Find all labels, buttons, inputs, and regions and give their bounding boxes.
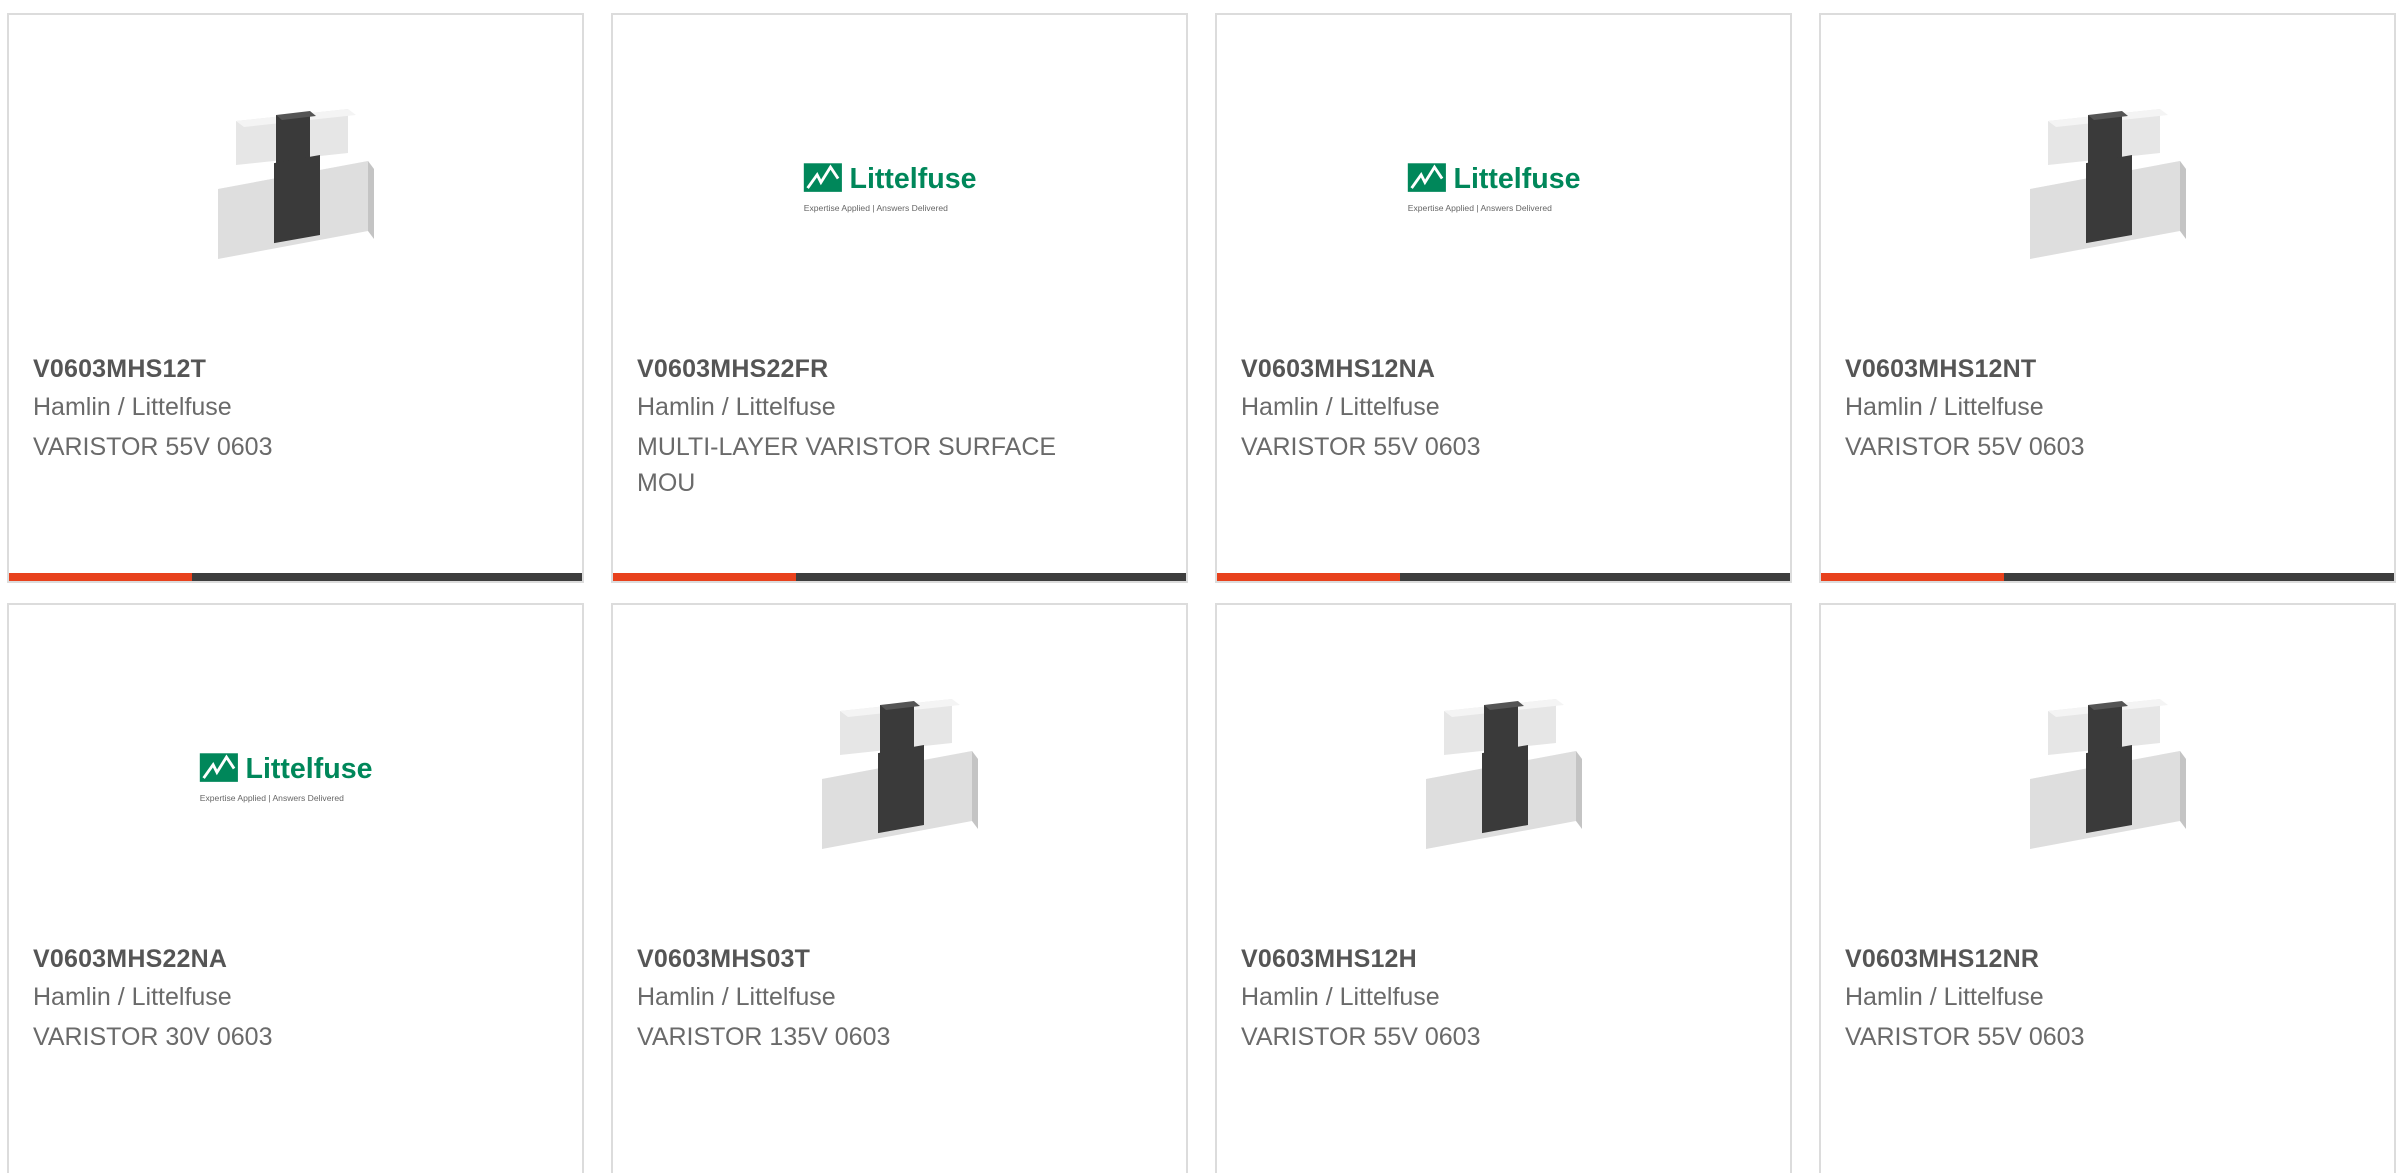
manufacturer: Hamlin / Littelfuse	[1241, 983, 1440, 1011]
product-card[interactable]: V0603MHS12NR Hamlin / Littelfuse VARISTO…	[1819, 603, 2396, 1173]
manufacturer: Hamlin / Littelfuse	[1241, 393, 1440, 421]
varistor-chip-icon	[2008, 679, 2208, 879]
littelfuse-logo: Littelfuse Expertise Applied | Answers D…	[1404, 89, 1604, 289]
littelfuse-logo: Littelfuse Expertise Applied | Answers D…	[196, 679, 396, 879]
card-accent-bar	[613, 573, 796, 581]
card-accent-bar	[1217, 573, 1400, 581]
varistor-chip-icon	[2008, 89, 2208, 289]
description: VARISTOR 30V 0603	[33, 1023, 273, 1051]
description: VARISTOR 55V 0603	[1845, 1023, 2085, 1051]
product-card[interactable]: V0603MHS12NT Hamlin / Littelfuse VARISTO…	[1819, 13, 2396, 583]
littelfuse-logo: Littelfuse Expertise Applied | Answers D…	[800, 89, 1000, 289]
varistor-chip-icon	[800, 679, 1000, 879]
card-bottom-bar	[613, 573, 1186, 581]
card-accent-bar	[9, 573, 192, 581]
product-card[interactable]: Littelfuse Expertise Applied | Answers D…	[611, 13, 1188, 583]
product-grid: V0603MHS12T Hamlin / Littelfuse VARISTOR…	[0, 0, 2400, 1173]
varistor-chip-icon	[1404, 679, 1604, 879]
description: VARISTOR 135V 0603	[637, 1023, 891, 1051]
manufacturer: Hamlin / Littelfuse	[1845, 983, 2044, 1011]
part-number[interactable]: V0603MHS22NA	[33, 945, 227, 974]
card-bottom-bar	[1821, 573, 2394, 581]
part-number[interactable]: V0603MHS03T	[637, 945, 810, 974]
product-card[interactable]: V0603MHS12T Hamlin / Littelfuse VARISTOR…	[7, 13, 584, 583]
varistor-chip-icon	[196, 89, 396, 289]
description: VARISTOR 55V 0603	[1241, 433, 1481, 461]
product-card[interactable]: Littelfuse Expertise Applied | Answers D…	[1215, 13, 1792, 583]
manufacturer: Hamlin / Littelfuse	[637, 393, 836, 421]
logo-tagline: Expertise Applied | Answers Delivered	[199, 793, 343, 803]
part-number[interactable]: V0603MHS12NR	[1845, 945, 2039, 974]
product-card[interactable]: V0603MHS03T Hamlin / Littelfuse VARISTOR…	[611, 603, 1188, 1173]
card-bottom-bar	[1217, 573, 1790, 581]
logo-word: Littelfuse	[849, 163, 976, 195]
part-number[interactable]: V0603MHS22FR	[637, 355, 828, 384]
description: VARISTOR 55V 0603	[1845, 433, 2085, 461]
manufacturer: Hamlin / Littelfuse	[637, 983, 836, 1011]
product-card[interactable]: V0603MHS12H Hamlin / Littelfuse VARISTOR…	[1215, 603, 1792, 1173]
manufacturer: Hamlin / Littelfuse	[1845, 393, 2044, 421]
part-number[interactable]: V0603MHS12NA	[1241, 355, 1435, 384]
part-number[interactable]: V0603MHS12T	[33, 355, 206, 384]
description: VARISTOR 55V 0603	[1241, 1023, 1481, 1051]
logo-tagline: Expertise Applied | Answers Delivered	[803, 203, 947, 213]
manufacturer: Hamlin / Littelfuse	[33, 983, 232, 1011]
logo-tagline: Expertise Applied | Answers Delivered	[1407, 203, 1551, 213]
part-number[interactable]: V0603MHS12NT	[1845, 355, 2036, 384]
part-number[interactable]: V0603MHS12H	[1241, 945, 1417, 974]
description: VARISTOR 55V 0603	[33, 433, 273, 461]
card-bottom-bar	[9, 573, 582, 581]
logo-word: Littelfuse	[1453, 163, 1580, 195]
description: MULTI-LAYER VARISTOR SURFACE MOU	[637, 433, 1057, 497]
logo-word: Littelfuse	[245, 753, 372, 785]
card-accent-bar	[1821, 573, 2004, 581]
product-card[interactable]: Littelfuse Expertise Applied | Answers D…	[7, 603, 584, 1173]
manufacturer: Hamlin / Littelfuse	[33, 393, 232, 421]
